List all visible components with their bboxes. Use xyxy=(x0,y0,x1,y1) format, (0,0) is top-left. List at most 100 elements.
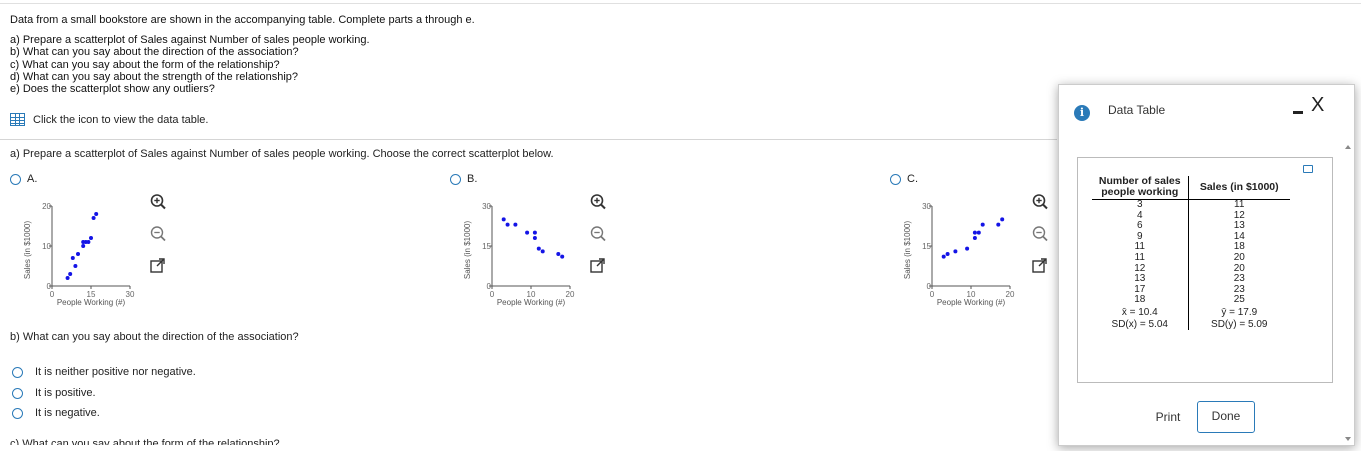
scatterplot-b: 015300 10 20People Working (#)Sales (in $1… xyxy=(463,202,575,307)
data-point xyxy=(953,249,958,254)
data-point xyxy=(525,230,530,235)
data-point xyxy=(94,212,99,216)
print-button[interactable]: Print xyxy=(1143,403,1193,431)
data-point xyxy=(73,264,78,268)
y-tick-label: 30 xyxy=(922,202,931,211)
option-b-radio[interactable] xyxy=(450,173,461,185)
people-cell: 18 xyxy=(1092,295,1189,306)
data-point xyxy=(536,246,541,251)
data-table-link[interactable]: Click the icon to view the data table. xyxy=(10,113,208,126)
sales-cell: 25 xyxy=(1233,294,1245,306)
data-point xyxy=(965,246,970,251)
zoom-out-icon[interactable] xyxy=(1031,225,1049,243)
x-axis-label: People Working (#) xyxy=(937,298,1006,307)
choice-negative-radio[interactable] xyxy=(12,407,23,419)
data-point xyxy=(65,276,70,280)
y-tick-label: 15 xyxy=(482,242,491,251)
zoom-in-icon[interactable] xyxy=(149,193,167,211)
zoom-out-icon[interactable] xyxy=(149,225,167,243)
dialog-scrollbar[interactable] xyxy=(1342,145,1354,441)
table-row: 3 11 xyxy=(1092,199,1290,211)
zoom-in-icon[interactable] xyxy=(589,193,607,211)
open-new-window-icon[interactable] xyxy=(589,257,607,275)
choice-positive-radio[interactable] xyxy=(12,387,23,399)
dialog-header: i Data Table X xyxy=(1059,85,1354,129)
intro-part-b: b) What can you say about the direction … xyxy=(10,46,299,59)
table-row: 9 14 xyxy=(1092,231,1290,243)
data-point xyxy=(76,252,80,256)
data-table-container: Number of sales people working Sales (in… xyxy=(1077,157,1333,383)
scroll-up-arrow-icon[interactable] xyxy=(1345,145,1351,149)
option-c-radio[interactable] xyxy=(890,173,901,185)
scroll-down-arrow-icon[interactable] xyxy=(1345,437,1351,441)
data-point xyxy=(86,240,91,244)
option-c[interactable]: C. xyxy=(890,173,918,185)
data-point xyxy=(976,230,981,235)
table-row: 18 25 xyxy=(1092,295,1290,306)
done-button[interactable]: Done xyxy=(1197,401,1255,433)
open-new-window-icon[interactable] xyxy=(149,257,167,275)
data-point xyxy=(1000,217,1005,222)
choice-neither[interactable]: It is neither positive nor negative. xyxy=(12,366,196,378)
zoom-out-icon[interactable] xyxy=(589,225,607,243)
option-a-radio[interactable] xyxy=(10,173,21,185)
intro-part-d: d) What can you say about the strength o… xyxy=(10,70,299,83)
close-button[interactable]: X xyxy=(1311,95,1324,115)
open-new-window-icon[interactable] xyxy=(1031,257,1049,275)
data-point xyxy=(513,222,518,227)
x-tick-label: 20 xyxy=(566,290,575,299)
y-axis-label: Sales (in $1000) xyxy=(23,221,32,280)
table-row: 13 23 xyxy=(1092,274,1290,285)
x-tick-label: 30 xyxy=(126,290,135,299)
data-point xyxy=(70,256,75,260)
choice-neither-radio[interactable] xyxy=(12,366,23,378)
data-point xyxy=(89,236,93,240)
data-point xyxy=(501,217,506,222)
y-stat-cell: ȳ = 17.9 xyxy=(1221,306,1258,318)
choice-negative-label: It is negative. xyxy=(35,407,100,419)
plot-a-tools xyxy=(149,193,167,275)
intro-part-e: e) Does the scatterplot show any outlier… xyxy=(10,83,215,96)
option-b-label: B. xyxy=(467,173,478,185)
table-grid-icon[interactable] xyxy=(10,113,25,126)
data-point xyxy=(91,216,96,220)
table-row: 12 20 xyxy=(1092,263,1290,275)
y-axis-label: Sales (in $1000) xyxy=(903,221,912,280)
y-stat-cell: SD(y) = 5.09 xyxy=(1211,318,1268,330)
option-c-label: C. xyxy=(907,173,918,185)
option-a[interactable]: A. xyxy=(10,173,37,185)
column-header-people: Number of sales people working xyxy=(1092,176,1189,200)
copy-table-icon[interactable] xyxy=(1303,165,1313,173)
data-point xyxy=(505,222,510,227)
data-point xyxy=(81,244,86,248)
data-table-dialog: i Data Table X Number of sales people wo… xyxy=(1058,84,1355,446)
question-intro: Data from a small bookstore are shown in… xyxy=(10,14,475,95)
option-b[interactable]: B. xyxy=(450,173,477,185)
data-point xyxy=(996,222,1001,227)
table-row: 17 23 xyxy=(1092,284,1290,296)
part-a-prompt: a) Prepare a scatterplot of Sales agains… xyxy=(10,148,554,160)
dialog-title: Data Table xyxy=(1108,103,1166,117)
zoom-in-icon[interactable] xyxy=(1031,193,1049,211)
choice-positive[interactable]: It is positive. xyxy=(12,387,96,399)
data-point xyxy=(972,236,977,240)
top-divider xyxy=(0,3,1361,4)
part-c-prompt: c) What can you say about the form of th… xyxy=(10,438,280,445)
sales-cell: 20 xyxy=(1233,251,1245,263)
data-point xyxy=(945,252,950,256)
people-cell: 3 xyxy=(1092,199,1189,211)
data-point xyxy=(556,252,561,256)
minimize-button[interactable] xyxy=(1293,111,1303,114)
intro-lead: Data from a small bookstore are shown in… xyxy=(10,14,475,26)
table-row: 4 12 xyxy=(1092,210,1290,222)
part-b-prompt: b) What can you say about the direction … xyxy=(10,331,299,343)
x-tick-label: 0 xyxy=(930,290,935,299)
x-axis-label: People Working (#) xyxy=(497,298,566,307)
scatterplot-a: 010200 15 30People Working (#)Sales (in $1… xyxy=(23,202,135,307)
data-point xyxy=(540,249,545,254)
choice-negative[interactable]: It is negative. xyxy=(12,407,100,419)
table-row: 11 20 xyxy=(1092,251,1290,264)
option-a-label: A. xyxy=(27,173,38,185)
data-table-link-label: Click the icon to view the data table. xyxy=(33,113,209,126)
y-tick-label: 10 xyxy=(42,242,51,251)
